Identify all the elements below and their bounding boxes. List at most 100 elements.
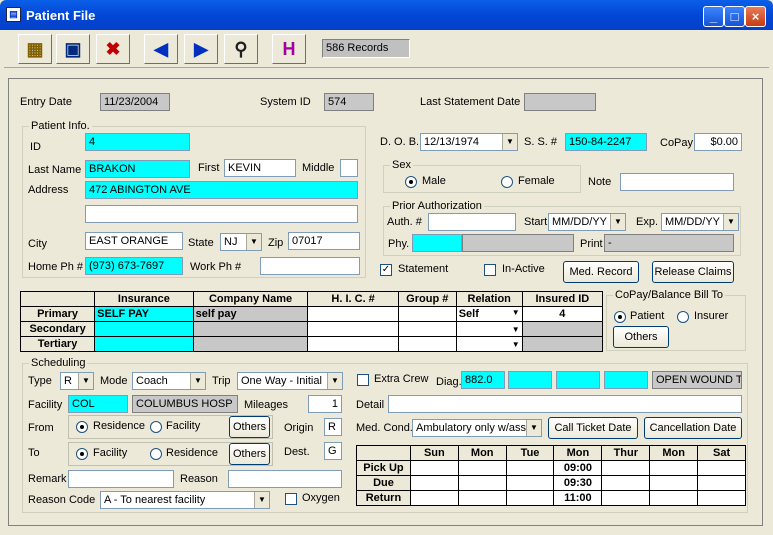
hic-cell[interactable]	[307, 336, 399, 352]
schedule-cell[interactable]	[697, 460, 746, 476]
bill-insurer-radio[interactable]	[677, 311, 689, 323]
ss-field[interactable]: 150-84-2247	[565, 133, 647, 151]
middle-name-field[interactable]	[340, 159, 358, 177]
new-document-icon[interactable]: ▦	[18, 34, 52, 64]
diag-code-4-field[interactable]	[604, 371, 648, 389]
address1-field[interactable]: 472 ABINGTON AVE	[85, 181, 358, 199]
diag-code-field[interactable]: 882.0	[461, 371, 505, 389]
to-others-button[interactable]: Others	[229, 443, 270, 465]
sex-male-radio[interactable]	[405, 176, 417, 188]
insurance-cell[interactable]: SELF PAY	[94, 306, 194, 322]
schedule-cell[interactable]	[697, 490, 746, 506]
schedule-cell[interactable]	[409, 460, 459, 476]
oxygen-checkbox[interactable]	[285, 493, 297, 505]
id-field[interactable]: 4	[85, 133, 190, 151]
insurance-cell[interactable]	[94, 336, 194, 352]
help-book-icon[interactable]: H	[272, 34, 306, 64]
delete-icon[interactable]: ✖	[96, 34, 130, 64]
remark-field[interactable]	[68, 470, 174, 488]
schedule-cell[interactable]: 09:30	[553, 475, 603, 491]
schedule-cell[interactable]: 09:00	[553, 460, 603, 476]
exp-date-dropdown[interactable]: MM/DD/YY ▼	[661, 213, 739, 231]
group-cell[interactable]	[397, 306, 457, 322]
schedule-cell[interactable]	[457, 460, 507, 476]
address2-field[interactable]	[85, 205, 358, 223]
schedule-cell[interactable]	[601, 490, 651, 506]
group-cell[interactable]	[397, 321, 457, 337]
schedule-cell[interactable]	[601, 460, 651, 476]
schedule-cell[interactable]	[649, 490, 699, 506]
to-facility-radio[interactable]	[76, 448, 88, 460]
inactive-checkbox[interactable]	[484, 264, 496, 276]
minimize-button[interactable]: _	[703, 6, 724, 27]
schedule-cell[interactable]	[601, 475, 651, 491]
entry-date-field[interactable]: 11/23/2004	[100, 93, 170, 111]
med-record-button[interactable]: Med. Record	[563, 261, 639, 283]
to-residence-radio[interactable]	[150, 448, 162, 460]
mode-dropdown[interactable]: Coach ▼	[132, 372, 206, 390]
save-icon[interactable]: ▣	[56, 34, 90, 64]
schedule-cell[interactable]	[505, 460, 555, 476]
hic-cell[interactable]	[307, 306, 399, 322]
relation-cell[interactable]: Self ▼	[455, 306, 523, 322]
last-statement-field[interactable]	[524, 93, 596, 111]
phy-code-field[interactable]	[412, 234, 462, 252]
bill-patient-radio[interactable]	[614, 311, 626, 323]
next-arrow-icon[interactable]: ▶	[184, 34, 218, 64]
insurance-cell[interactable]	[94, 321, 194, 337]
print-field[interactable]: -	[604, 234, 734, 252]
mileages-field[interactable]: 1	[308, 395, 342, 413]
bill-others-button[interactable]: Others	[613, 326, 669, 348]
diag-code-3-field[interactable]	[556, 371, 600, 389]
work-phone-field[interactable]	[260, 257, 360, 275]
diag-code-2-field[interactable]	[508, 371, 552, 389]
from-others-button[interactable]: Others	[229, 416, 270, 438]
zip-field[interactable]: 07017	[288, 232, 360, 250]
city-field[interactable]: EAST ORANGE	[85, 232, 183, 250]
relation-cell[interactable]: ▼	[455, 336, 523, 352]
insured-id-cell[interactable]: 4	[521, 306, 604, 322]
trip-dropdown[interactable]: One Way - Initial ▼	[237, 372, 343, 390]
med-cond-dropdown[interactable]: Ambulatory only w/ass ▼	[412, 419, 542, 437]
origin-field[interactable]: R	[324, 418, 342, 436]
first-name-field[interactable]: KEVIN	[224, 159, 296, 177]
binoculars-icon[interactable]: ⚲	[224, 34, 258, 64]
dob-dropdown[interactable]: 12/13/1974 ▼	[420, 133, 518, 151]
schedule-cell[interactable]	[457, 475, 507, 491]
home-phone-field[interactable]: (973) 673-7697	[85, 257, 183, 275]
schedule-cell[interactable]	[505, 490, 555, 506]
extra-crew-checkbox[interactable]	[357, 374, 369, 386]
schedule-cell[interactable]	[649, 460, 699, 476]
close-button[interactable]: ×	[745, 6, 766, 27]
statement-checkbox[interactable]: ✓	[380, 264, 392, 276]
previous-arrow-icon[interactable]: ◀	[144, 34, 178, 64]
schedule-cell[interactable]: 11:00	[553, 490, 603, 506]
note-field[interactable]	[620, 173, 734, 191]
schedule-cell[interactable]	[649, 475, 699, 491]
sex-female-radio[interactable]	[501, 176, 513, 188]
reason-field[interactable]	[228, 470, 342, 488]
from-residence-radio[interactable]	[76, 421, 88, 433]
schedule-cell[interactable]	[409, 490, 459, 506]
state-dropdown[interactable]: NJ ▼	[220, 233, 262, 251]
schedule-cell[interactable]	[505, 475, 555, 491]
start-date-dropdown[interactable]: MM/DD/YY ▼	[548, 213, 626, 231]
insured-id-cell[interactable]	[521, 336, 604, 352]
last-name-field[interactable]: BRAKON	[85, 160, 190, 178]
relation-cell[interactable]: ▼	[455, 321, 523, 337]
type-dropdown[interactable]: R ▼	[60, 372, 94, 390]
dest-field[interactable]: G	[324, 442, 342, 460]
release-claims-button[interactable]: Release Claims	[652, 261, 734, 283]
group-cell[interactable]	[397, 336, 457, 352]
hic-cell[interactable]	[307, 321, 399, 337]
copay-field[interactable]: $0.00	[694, 133, 742, 151]
call-ticket-date-button[interactable]: Call Ticket Date	[548, 417, 638, 439]
schedule-cell[interactable]	[409, 475, 459, 491]
from-facility-radio[interactable]	[150, 421, 162, 433]
system-id-field[interactable]: 574	[324, 93, 374, 111]
maximize-button[interactable]: □	[724, 6, 745, 27]
insured-id-cell[interactable]	[521, 321, 604, 337]
cancellation-date-button[interactable]: Cancellation Date	[644, 417, 742, 439]
schedule-cell[interactable]	[697, 475, 746, 491]
facility-code-field[interactable]: COL	[68, 395, 128, 413]
